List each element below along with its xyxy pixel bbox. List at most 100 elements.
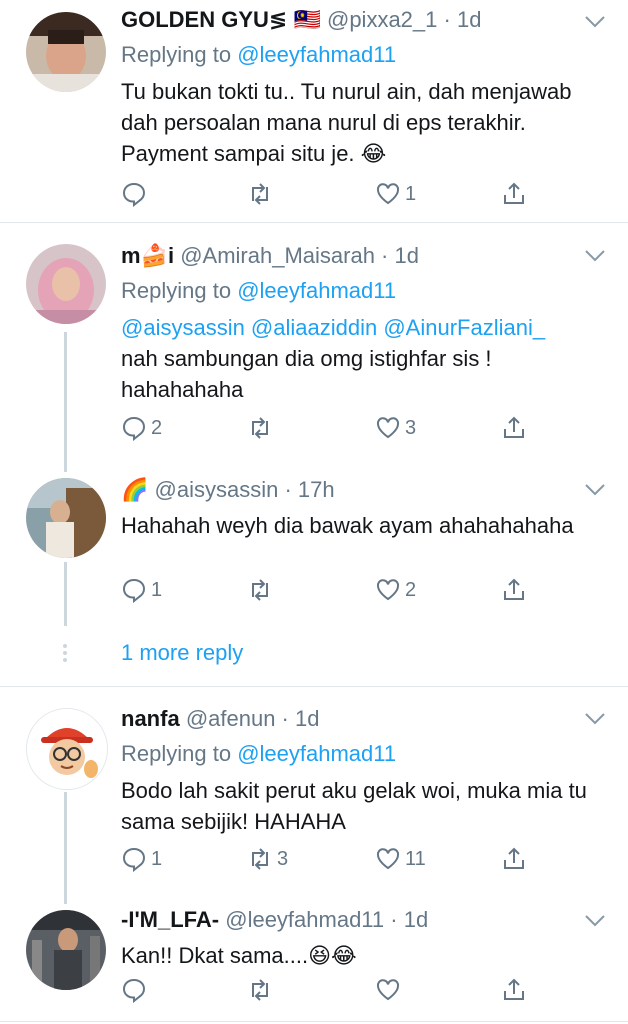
tweet-actions: 2 3 (121, 413, 531, 443)
replying-to-link[interactable]: @leeyfahmad11 (237, 741, 396, 766)
retweet-button[interactable] (247, 575, 277, 605)
reply-count: 1 (151, 578, 163, 601)
share-icon (504, 578, 524, 600)
like-count: 1 (405, 182, 417, 205)
retweet-icon (252, 183, 268, 205)
like-button[interactable] (375, 975, 405, 1005)
tweet[interactable]: GOLDEN GYU≶ 🇲🇾 @pixxa2_1 · 1d Replying t… (0, 0, 628, 222)
heart-icon (376, 183, 400, 205)
share-button[interactable] (501, 413, 527, 443)
replying-to: Replying to @leeyfahmad11 (121, 42, 397, 67)
handle[interactable]: @aisysassin (155, 477, 279, 502)
retweet-button[interactable] (247, 179, 277, 209)
tweet-text: Bodo lah sakit perut aku gelak woi, muka… (121, 778, 587, 834)
share-icon (504, 182, 524, 204)
avatar[interactable] (26, 910, 106, 990)
reply-button[interactable]: 1 (121, 844, 162, 874)
tweet-header: m🍰i @Amirah_Maisarah · 1d (121, 243, 419, 268)
chevron-down-icon[interactable] (584, 249, 606, 263)
more-replies-link[interactable]: 1 more reply (121, 640, 243, 666)
like-button[interactable]: 1 (375, 179, 416, 209)
retweet-icon (252, 979, 268, 1001)
tweet[interactable]: -I'M_LFA- @leeyfahmad11 · 1d Kan!! Dkat … (0, 904, 628, 1024)
heart-icon (376, 579, 400, 601)
retweet-icon (252, 417, 268, 439)
display-name[interactable]: 🌈 (121, 477, 148, 502)
tweet-actions: 1 (121, 179, 531, 209)
timestamp[interactable]: 1d (395, 243, 419, 268)
chevron-down-icon[interactable] (584, 914, 606, 928)
tweet-actions: 1 2 (121, 575, 531, 605)
reply-icon (122, 416, 146, 441)
more-replies-dots (62, 641, 68, 665)
divider (0, 1021, 628, 1022)
display-name[interactable]: GOLDEN GYU (121, 7, 269, 32)
like-button[interactable]: 3 (375, 413, 416, 443)
chevron-down-icon[interactable] (584, 712, 606, 726)
retweet-button[interactable]: 3 (247, 844, 288, 874)
chevron-down-icon[interactable] (584, 483, 606, 497)
display-name[interactable]: m🍰i (121, 243, 174, 268)
like-count: 11 (405, 847, 426, 870)
replying-to-link[interactable]: @leeyfahmad11 (237, 42, 396, 67)
divider (0, 686, 628, 687)
tweet-body: nah sambungan dia omg istighfar sis ! ha… (121, 346, 492, 402)
tweet-header: nanfa @afenun · 1d (121, 706, 320, 731)
tweet[interactable]: 🌈 @aisysassin · 17h Hahahah weyh dia baw… (0, 472, 628, 622)
timestamp[interactable]: 1d (295, 706, 319, 731)
timestamp[interactable]: 1d (457, 7, 481, 32)
tweet-actions: 1 3 11 (121, 844, 531, 874)
retweet-button[interactable] (247, 413, 277, 443)
retweet-icon (252, 848, 268, 870)
timestamp[interactable]: 17h (298, 477, 335, 502)
like-button[interactable]: 2 (375, 575, 416, 605)
display-name[interactable]: -I'M_LFA- (121, 907, 219, 932)
heart-icon (376, 417, 400, 439)
share-button[interactable] (501, 844, 527, 874)
tweet[interactable]: nanfa @afenun · 1d Replying to @leeyfahm… (0, 700, 628, 900)
replying-to: Replying to @leeyfahmad11 (121, 278, 397, 303)
handle[interactable]: @pixxa2_1 (327, 7, 437, 32)
heart-icon (376, 979, 400, 1001)
reply-button[interactable]: 1 (121, 575, 162, 605)
share-icon (504, 416, 524, 438)
mention-links[interactable]: @aisysassin @aliaaziddin @AinurFazliani_ (121, 312, 608, 343)
avatar[interactable] (26, 12, 106, 92)
reply-count: 2 (151, 416, 163, 439)
divider (0, 222, 628, 223)
share-button[interactable] (501, 575, 527, 605)
replying-to-link[interactable]: @leeyfahmad11 (237, 278, 396, 303)
reply-icon (122, 578, 146, 603)
heart-icon (376, 848, 400, 870)
like-button[interactable]: 11 (375, 844, 426, 874)
retweet-icon (252, 579, 268, 601)
reply-icon (122, 847, 146, 872)
handle[interactable]: @afenun (186, 706, 276, 731)
reply-button[interactable]: 2 (121, 413, 162, 443)
avatar[interactable] (26, 708, 108, 790)
like-count: 3 (405, 416, 417, 439)
share-button[interactable] (501, 179, 527, 209)
avatar[interactable] (26, 244, 106, 324)
tweet-text: Hahahah weyh dia bawak ayam ahahahahaha (121, 513, 574, 538)
avatar[interactable] (26, 478, 106, 558)
share-button[interactable] (501, 975, 527, 1005)
reply-icon (122, 182, 146, 207)
tweet-text: Kan!! Dkat sama....😆😂 (121, 943, 357, 968)
share-icon (504, 847, 524, 869)
retweet-button[interactable] (247, 975, 277, 1005)
reply-button[interactable] (121, 179, 151, 209)
like-count: 2 (405, 578, 417, 601)
share-icon (504, 978, 524, 1000)
timestamp[interactable]: 1d (404, 907, 428, 932)
name-emoji: ≶ 🇲🇾 (268, 7, 321, 32)
chevron-down-icon[interactable] (584, 15, 606, 29)
tweet-text: Tu bukan tokti tu.. Tu nurul ain, dah me… (121, 79, 572, 166)
display-name[interactable]: nanfa (121, 706, 180, 731)
handle[interactable]: @leeyfahmad11 (225, 907, 384, 932)
handle[interactable]: @Amirah_Maisarah (180, 243, 375, 268)
tweet-text: @aisysassin @aliaaziddin @AinurFazliani_… (121, 312, 608, 405)
tweet-actions (121, 975, 531, 1005)
reply-button[interactable] (121, 975, 151, 1005)
tweet[interactable]: m🍰i @Amirah_Maisarah · 1d Replying to @l… (0, 236, 628, 466)
